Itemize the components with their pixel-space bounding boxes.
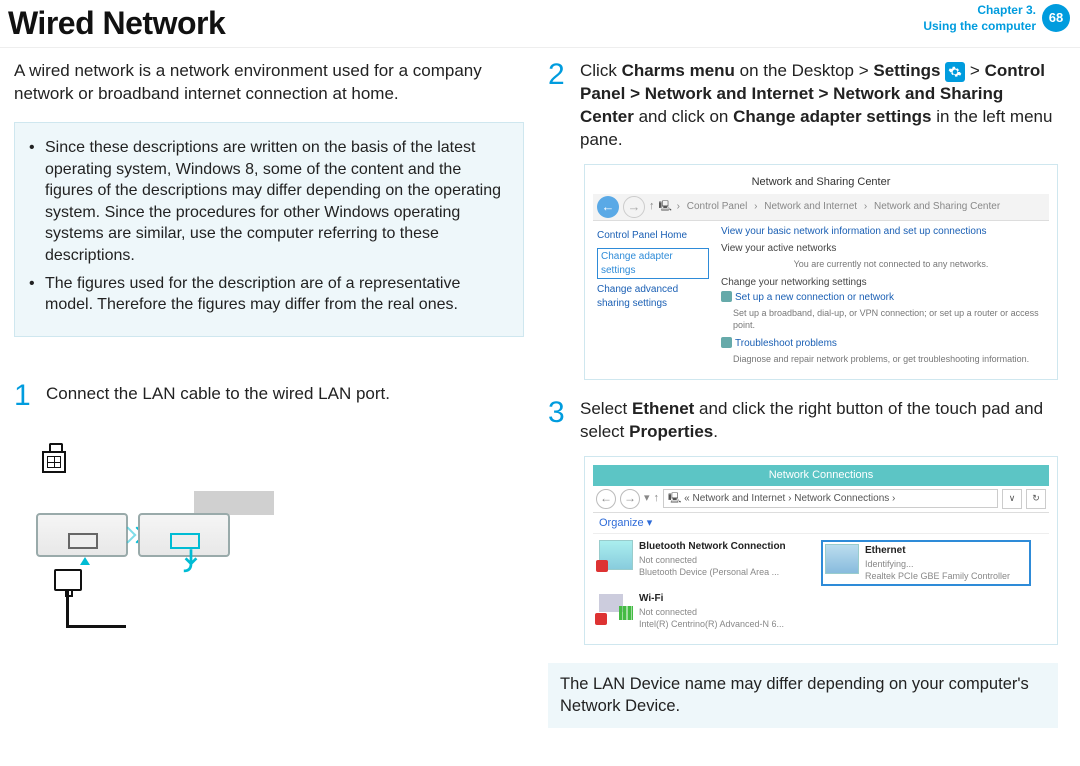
back-button[interactable]: ←	[596, 489, 616, 509]
shot2-title: Network Connections	[593, 465, 1049, 486]
info-note-box: Since these descriptions are written on …	[14, 122, 524, 337]
bluetooth-connection-item[interactable]: ✕ Bluetooth Network Connection Not conne…	[599, 540, 809, 586]
lan-cable-icon	[66, 591, 69, 627]
step-3-text: Select Ethenet and click the right butto…	[580, 398, 1058, 444]
forward-button[interactable]: →	[620, 489, 640, 509]
change-advanced-sharing-link[interactable]: Change advanced sharing settings	[597, 283, 709, 310]
setup-connection-desc: Set up a broadband, dial-up, or VPN conn…	[733, 307, 1049, 331]
step-3-number: 3	[548, 398, 572, 428]
chapter-info: Chapter 3. Using the computer 68	[923, 2, 1070, 34]
laptop-side-view-left	[36, 513, 128, 557]
toolbar: Organize ▾	[593, 513, 1049, 535]
page-number-badge: 68	[1042, 4, 1070, 32]
ethernet-icon	[825, 544, 859, 574]
troubleshoot-icon	[721, 337, 732, 348]
lan-port-illustration	[36, 451, 296, 631]
right-column: 2 Click Charms menu on the Desktop > Set…	[548, 60, 1058, 727]
page-title: Wired Network	[8, 2, 225, 45]
control-panel-home-link[interactable]: Control Panel Home	[597, 229, 709, 243]
header-bar: Wired Network Chapter 3. Using the compu…	[0, 0, 1080, 48]
arrow-up-icon	[80, 557, 90, 565]
note-bullet-2: The figures used for the description are…	[43, 273, 507, 316]
address-bar[interactable]: 🖳 « Network and Internet › Network Conne…	[663, 489, 998, 509]
refresh-button[interactable]: ↻	[1026, 489, 1046, 509]
intro-text: A wired network is a network environment…	[14, 60, 524, 106]
shot1-side-pane: Control Panel Home Change adapter settin…	[593, 225, 713, 371]
troubleshoot-link[interactable]: Troubleshoot problems	[735, 338, 837, 349]
change-adapter-settings-link[interactable]: Change adapter settings	[597, 248, 709, 279]
lan-port-slot-highlighted	[170, 533, 200, 549]
insert-arrow-icon	[182, 549, 200, 573]
active-networks-label: View your active networks	[721, 242, 1049, 256]
bluetooth-icon: ✕	[599, 540, 633, 570]
rj45-connector-icon	[54, 569, 82, 591]
ethernet-connection-item[interactable]: Ethernet Identifying... Realtek PCIe GBE…	[821, 540, 1031, 586]
breadcrumb[interactable]: 🖳 › Control Panel › Network and Internet…	[659, 200, 1003, 214]
wifi-connection-item[interactable]: ✕ Wi-Fi Not connected Intel(R) Centrino(…	[599, 592, 809, 630]
network-connections-screenshot: Network Connections ← → ▾ ↑ 🖳 « Network …	[584, 456, 1058, 645]
no-network-text: You are currently not connected to any n…	[733, 258, 1049, 270]
lan-device-note: The LAN Device name may differ depending…	[548, 663, 1058, 728]
organize-menu[interactable]: Organize ▾	[599, 517, 652, 529]
callout-block	[194, 491, 274, 515]
step-1: 1 Connect the LAN cable to the wired LAN…	[14, 381, 524, 411]
shot1-heading: View your basic network information and …	[721, 225, 1049, 239]
change-settings-label: Change your networking settings	[721, 276, 1049, 290]
chapter-line2: Using the computer	[923, 19, 1036, 33]
shot1-nav-bar: ← → ↑ 🖳 › Control Panel › Network and In…	[593, 194, 1049, 221]
shot2-nav-bar: ← → ▾ ↑ 🖳 « Network and Internet › Netwo…	[593, 486, 1049, 513]
note-bullet-1: Since these descriptions are written on …	[43, 137, 507, 267]
shot1-title: Network and Sharing Center	[593, 173, 1049, 194]
left-column: A wired network is a network environment…	[14, 60, 524, 727]
network-port-icon	[42, 451, 66, 473]
laptop-side-view-right	[138, 513, 230, 557]
step-2-number: 2	[548, 60, 572, 90]
settings-gear-icon	[945, 62, 965, 82]
shot1-main-pane: View your basic network information and …	[721, 225, 1049, 371]
setup-connection-link[interactable]: Set up a new connection or network	[735, 292, 894, 303]
troubleshoot-desc: Diagnose and repair network problems, or…	[733, 353, 1049, 365]
connection-icon	[721, 291, 732, 302]
step-2: 2 Click Charms menu on the Desktop > Set…	[548, 60, 1058, 152]
forward-button[interactable]: →	[623, 196, 645, 218]
back-button[interactable]: ←	[597, 196, 619, 218]
lan-port-slot	[68, 533, 98, 549]
step-1-text: Connect the LAN cable to the wired LAN p…	[46, 383, 524, 406]
network-sharing-center-screenshot: Network and Sharing Center ← → ↑ 🖳 › Con…	[584, 164, 1058, 380]
step-3: 3 Select Ethenet and click the right but…	[548, 398, 1058, 444]
address-dropdown[interactable]: ∨	[1002, 489, 1022, 509]
chapter-line1: Chapter 3.	[977, 3, 1036, 17]
step-1-number: 1	[14, 381, 38, 411]
wifi-icon: ✕	[599, 592, 633, 622]
step-2-text: Click Charms menu on the Desktop > Setti…	[580, 60, 1058, 152]
